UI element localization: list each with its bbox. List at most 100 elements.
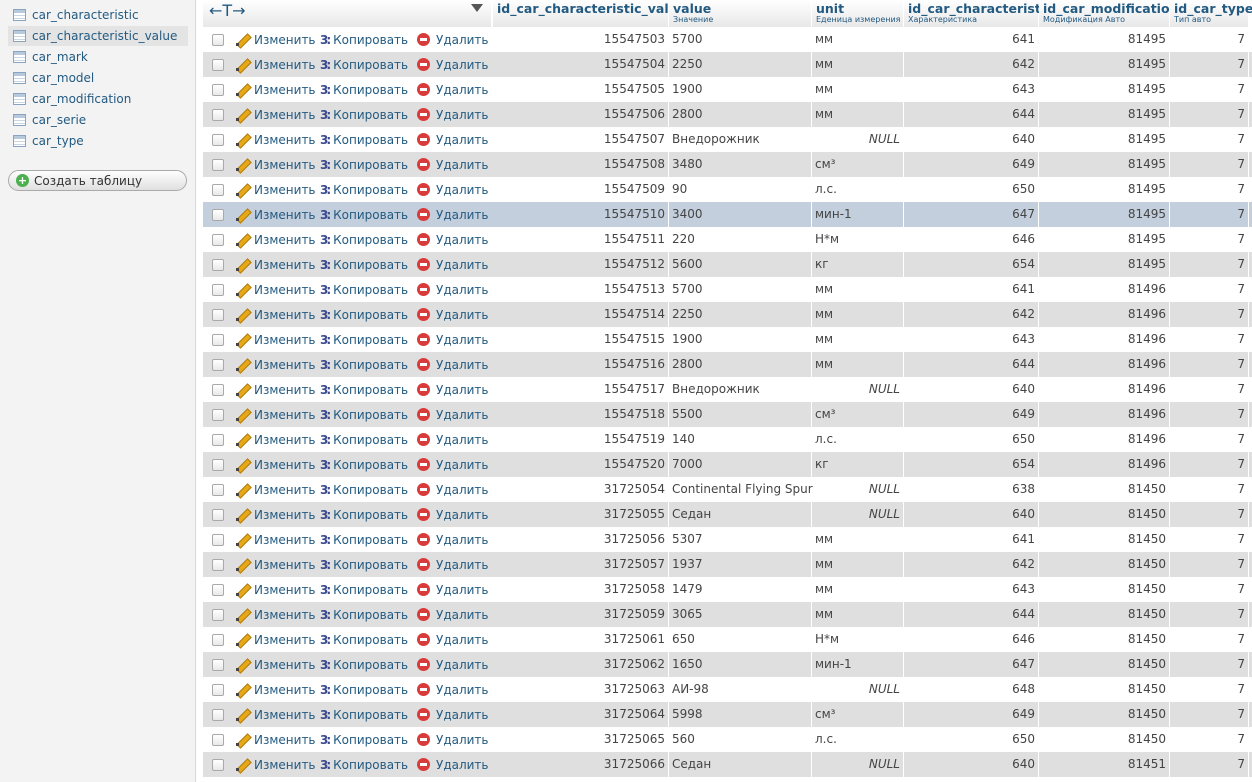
id-cell[interactable]: 31725066: [493, 752, 669, 777]
edit-link[interactable]: Изменить: [235, 477, 316, 502]
type-cell[interactable]: 7: [1170, 627, 1249, 652]
characteristic-cell[interactable]: 640: [904, 752, 1039, 777]
characteristic-cell[interactable]: 642: [904, 302, 1039, 327]
delete-link[interactable]: Удалить: [417, 277, 489, 302]
value-cell[interactable]: 5700: [669, 27, 812, 52]
type-cell[interactable]: 7: [1170, 652, 1249, 677]
type-cell[interactable]: 7: [1170, 302, 1249, 327]
sidebar-item-car-modification[interactable]: car_modification: [8, 89, 188, 109]
delete-link[interactable]: Удалить: [417, 527, 489, 552]
copy-link[interactable]: 3: Копировать: [320, 477, 408, 502]
delete-link[interactable]: Удалить: [417, 502, 489, 527]
type-cell[interactable]: 7: [1170, 727, 1249, 752]
sidebar-item-car-model[interactable]: car_model: [8, 68, 188, 88]
unit-cell[interactable]: Н*м: [812, 227, 904, 252]
type-cell[interactable]: 7: [1170, 152, 1249, 177]
row-checkbox[interactable]: [212, 309, 224, 321]
type-cell[interactable]: 7: [1170, 202, 1249, 227]
characteristic-cell[interactable]: 650: [904, 177, 1039, 202]
unit-cell[interactable]: NULL: [812, 377, 904, 402]
edit-link[interactable]: Изменить: [235, 427, 316, 452]
characteristic-cell[interactable]: 638: [904, 477, 1039, 502]
type-cell[interactable]: 7: [1170, 77, 1249, 102]
id-cell[interactable]: 31725059: [493, 602, 669, 627]
modification-cell[interactable]: 81495: [1039, 252, 1170, 277]
delete-link[interactable]: Удалить: [417, 477, 489, 502]
id-cell[interactable]: 15547514: [493, 302, 669, 327]
value-cell[interactable]: 7000: [669, 452, 812, 477]
edit-link[interactable]: Изменить: [235, 652, 316, 677]
value-cell[interactable]: Continental Flying Spur: [669, 477, 813, 502]
unit-cell[interactable]: мм: [812, 52, 904, 77]
characteristic-cell[interactable]: 640: [904, 127, 1039, 152]
column-header-id-car-characteristic[interactable]: id_car_characteristic Характеристика: [904, 0, 1053, 29]
value-cell[interactable]: 90: [669, 177, 812, 202]
unit-cell[interactable]: мин-1: [812, 652, 904, 677]
characteristic-cell[interactable]: 654: [904, 452, 1039, 477]
copy-link[interactable]: 3: Копировать: [320, 702, 408, 727]
characteristic-cell[interactable]: 650: [904, 427, 1039, 452]
id-cell[interactable]: 31725063: [493, 677, 669, 702]
delete-link[interactable]: Удалить: [417, 227, 489, 252]
characteristic-cell[interactable]: 648: [904, 677, 1039, 702]
column-title[interactable]: id_car_type: [1174, 1, 1252, 16]
modification-cell[interactable]: 81450: [1039, 677, 1170, 702]
row-checkbox[interactable]: [212, 259, 224, 271]
copy-link[interactable]: 3: Копировать: [320, 727, 408, 752]
row-checkbox[interactable]: [212, 234, 224, 246]
delete-link[interactable]: Удалить: [417, 427, 489, 452]
characteristic-cell[interactable]: 642: [904, 552, 1039, 577]
type-cell[interactable]: 7: [1170, 352, 1249, 377]
delete-link[interactable]: Удалить: [417, 377, 489, 402]
copy-link[interactable]: 3: Копировать: [320, 127, 408, 152]
column-title[interactable]: value: [673, 1, 711, 16]
copy-link[interactable]: 3: Копировать: [320, 677, 408, 702]
value-cell[interactable]: 1900: [669, 327, 812, 352]
value-cell[interactable]: 1650: [669, 652, 812, 677]
unit-cell[interactable]: мм: [812, 302, 904, 327]
modification-cell[interactable]: 81450: [1039, 552, 1170, 577]
edit-link[interactable]: Изменить: [235, 727, 316, 752]
modification-cell[interactable]: 81495: [1039, 202, 1170, 227]
id-cell[interactable]: 15547509: [493, 177, 669, 202]
id-cell[interactable]: 31725054: [493, 477, 669, 502]
sidebar-item-car-characteristic-value[interactable]: car_characteristic_value: [8, 26, 188, 46]
value-cell[interactable]: 5307: [669, 527, 812, 552]
copy-link[interactable]: 3: Копировать: [320, 527, 408, 552]
unit-cell[interactable]: л.с.: [812, 427, 904, 452]
edit-link[interactable]: Изменить: [235, 252, 316, 277]
value-cell[interactable]: Седан: [669, 752, 812, 777]
copy-link[interactable]: 3: Копировать: [320, 602, 408, 627]
modification-cell[interactable]: 81496: [1039, 302, 1170, 327]
edit-link[interactable]: Изменить: [235, 452, 316, 477]
row-checkbox[interactable]: [212, 434, 224, 446]
copy-link[interactable]: 3: Копировать: [320, 302, 408, 327]
column-title[interactable]: id_car_modification: [1043, 1, 1178, 16]
edit-link[interactable]: Изменить: [235, 627, 316, 652]
delete-link[interactable]: Удалить: [417, 452, 489, 477]
id-cell[interactable]: 15547512: [493, 252, 669, 277]
unit-cell[interactable]: мм: [812, 602, 904, 627]
modification-cell[interactable]: 81495: [1039, 227, 1170, 252]
copy-link[interactable]: 3: Копировать: [320, 202, 408, 227]
copy-link[interactable]: 3: Копировать: [320, 427, 408, 452]
id-cell[interactable]: 31725055: [493, 502, 669, 527]
type-cell[interactable]: 7: [1170, 27, 1249, 52]
row-checkbox[interactable]: [212, 184, 224, 196]
delete-link[interactable]: Удалить: [417, 702, 489, 727]
modification-cell[interactable]: 81496: [1039, 427, 1170, 452]
value-cell[interactable]: 5500: [669, 402, 812, 427]
edit-link[interactable]: Изменить: [235, 52, 316, 77]
type-cell[interactable]: 7: [1170, 452, 1249, 477]
column-title[interactable]: id_car_characteristic_value: [497, 1, 686, 16]
copy-link[interactable]: 3: Копировать: [320, 52, 408, 77]
edit-link[interactable]: Изменить: [235, 552, 316, 577]
copy-link[interactable]: 3: Копировать: [320, 352, 408, 377]
value-cell[interactable]: 2250: [669, 302, 812, 327]
value-cell[interactable]: Внедорожник: [669, 127, 812, 152]
row-checkbox[interactable]: [212, 334, 224, 346]
modification-cell[interactable]: 81495: [1039, 177, 1170, 202]
row-checkbox[interactable]: [212, 709, 224, 721]
edit-link[interactable]: Изменить: [235, 402, 316, 427]
characteristic-cell[interactable]: 644: [904, 602, 1039, 627]
